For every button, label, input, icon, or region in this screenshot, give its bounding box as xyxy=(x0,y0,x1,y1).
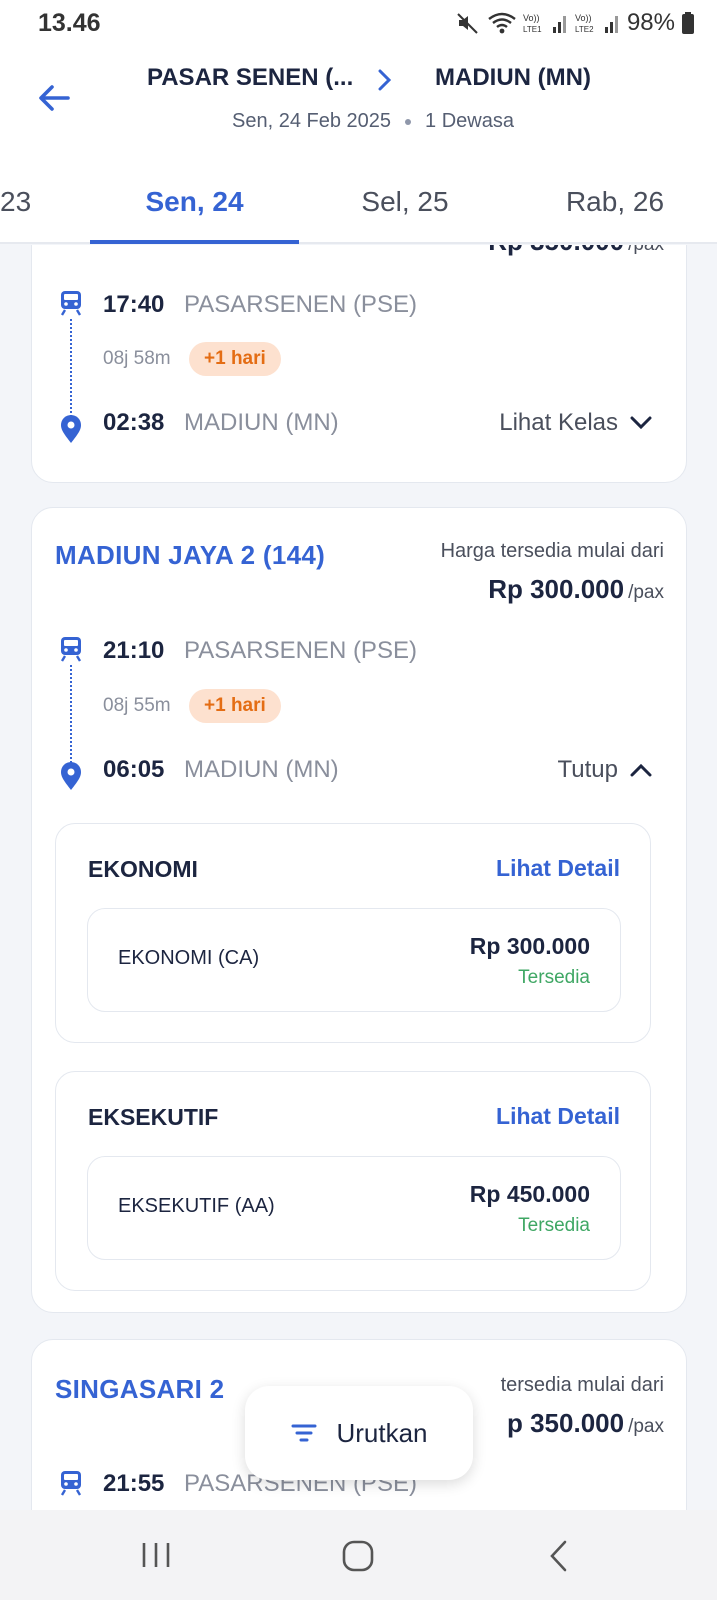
view-classes-toggle[interactable]: Lihat Kelas xyxy=(499,409,652,437)
arrival-time: 02:38 xyxy=(103,409,165,436)
back-arrow-icon[interactable] xyxy=(34,78,74,118)
recent-apps-icon[interactable] xyxy=(140,1540,172,1570)
subclass-row[interactable]: EKONOMI (CA) Rp 300.000 Tersedia xyxy=(87,908,621,1012)
departure-station: PASARSENEN (PSE) xyxy=(184,291,417,318)
train-card[interactable]: MADIUN JAYA 2 (144) Harga tersedia mulai… xyxy=(31,507,687,1313)
trip-header: PASAR SENEN (... MADIUN (MN) Sen, 24 Feb… xyxy=(0,48,717,160)
arrival-station: MADIUN (MN) xyxy=(184,409,339,436)
train-name: SINGASARI 2 xyxy=(55,1374,225,1404)
sort-button[interactable]: Urutkan xyxy=(245,1386,473,1480)
availability-status: Tersedia xyxy=(518,1215,590,1236)
train-name: MADIUN JAYA 2 (144) xyxy=(55,540,326,570)
class-option-eksekutif: EKSEKUTIF Lihat Detail EKSEKUTIF (AA) Rp… xyxy=(55,1071,651,1291)
train-results-list[interactable]: Rp 350.000/pax 17:40 PASARSENEN (PSE) 08… xyxy=(0,245,717,1510)
signal-lte2-icon: Vo)) LTE2 xyxy=(575,13,618,34)
sort-filter-icon xyxy=(291,1424,317,1442)
svg-text:Vo)): Vo)) xyxy=(523,13,540,23)
active-tab-indicator xyxy=(90,240,299,244)
availability-status: Tersedia xyxy=(518,967,590,988)
chevron-down-icon xyxy=(630,416,652,430)
svg-text:LTE2: LTE2 xyxy=(575,25,594,34)
trip-subtitle: Sen, 24 Feb 2025 1 Dewasa xyxy=(232,110,514,133)
departure-station: PASARSENEN (PSE) xyxy=(184,637,417,664)
status-time: 13.46 xyxy=(38,9,101,37)
class-name: EKONOMI xyxy=(88,856,198,882)
train-price: Rp 300.000/pax xyxy=(488,574,664,604)
signal-lte1-icon: Vo)) LTE1 xyxy=(523,13,566,34)
route-line xyxy=(70,319,72,421)
location-pin-icon xyxy=(61,762,81,790)
train-price: Rp 350.000/pax xyxy=(488,245,664,257)
svg-text:Vo)): Vo)) xyxy=(575,13,592,23)
next-day-badge: +1 hari xyxy=(189,689,281,723)
trip-duration: 08j 55m xyxy=(103,695,171,716)
price-label: Harga tersedia mulai dari xyxy=(440,540,664,562)
next-day-badge: +1 hari xyxy=(189,342,281,376)
system-nav-bar xyxy=(0,1510,717,1600)
subclass-name: EKONOMI (CA) xyxy=(118,947,260,969)
route-line xyxy=(70,665,72,767)
chevron-up-icon xyxy=(630,763,652,777)
close-classes-toggle[interactable]: Tutup xyxy=(558,756,652,784)
departure-time: 17:40 xyxy=(103,291,165,318)
class-option-ekonomi: EKONOMI Lihat Detail EKONOMI (CA) Rp 300… xyxy=(55,823,651,1043)
separator-dot xyxy=(405,118,412,125)
back-icon[interactable] xyxy=(548,1540,570,1572)
route-title: PASAR SENEN (... MADIUN (MN) xyxy=(147,64,617,100)
battery-level: 98% xyxy=(626,9,675,36)
home-icon[interactable] xyxy=(342,1540,374,1572)
status-icons: Vo)) LTE1 Vo)) LTE2 98% xyxy=(455,9,695,37)
date-tab-sel-25[interactable]: Sel, 25 xyxy=(300,186,510,218)
chevron-right-icon xyxy=(378,69,392,91)
class-name: EKSEKUTIF xyxy=(88,1104,219,1130)
train-icon xyxy=(60,291,82,316)
date-tab-sen-24[interactable]: Sen, 24 xyxy=(90,186,299,218)
wifi-icon xyxy=(488,12,516,34)
view-detail-link[interactable]: Lihat Detail xyxy=(496,1103,620,1130)
toggle-label: Lihat Kelas xyxy=(499,409,618,436)
subclass-name: EKSEKUTIF (AA) xyxy=(118,1195,275,1217)
date-tab-rab-26[interactable]: Rab, 26 xyxy=(510,186,717,218)
origin-station: PASAR SENEN (... xyxy=(147,64,354,91)
subclass-row[interactable]: EKSEKUTIF (AA) Rp 450.000 Tersedia xyxy=(87,1156,621,1260)
departure-time: 21:10 xyxy=(103,637,165,664)
trip-duration: 08j 58m xyxy=(103,348,171,369)
mute-icon xyxy=(457,13,478,34)
battery-icon xyxy=(682,12,694,34)
toggle-label: Tutup xyxy=(557,756,618,783)
arrival-time: 06:05 xyxy=(103,756,165,783)
date-tab-23[interactable]: 23 xyxy=(0,186,40,218)
svg-text:LTE1: LTE1 xyxy=(523,25,542,34)
date-tabs: 23 Sen, 24 Sel, 25 Rab, 26 xyxy=(0,160,717,244)
view-detail-link[interactable]: Lihat Detail xyxy=(496,855,620,882)
location-pin-icon xyxy=(61,415,81,443)
train-price: p 350.000/pax xyxy=(506,1408,664,1438)
destination-station: MADIUN (MN) xyxy=(435,64,591,91)
subclass-price: Rp 300.000 xyxy=(469,933,590,959)
train-card[interactable]: Rp 350.000/pax 17:40 PASARSENEN (PSE) 08… xyxy=(31,245,687,483)
train-icon xyxy=(60,637,82,662)
trip-date: Sen, 24 Feb 2025 xyxy=(232,110,392,132)
arrival-station: MADIUN (MN) xyxy=(184,756,339,783)
sort-button-label: Urutkan xyxy=(336,1417,428,1448)
train-icon xyxy=(60,1471,82,1496)
subclass-price: Rp 450.000 xyxy=(469,1181,590,1207)
price-label: tersedia mulai dari xyxy=(500,1374,664,1396)
status-bar: 13.46 Vo)) LTE1 Vo)) LTE2 98% xyxy=(0,0,717,48)
departure-time: 21:55 xyxy=(103,1470,165,1497)
passenger-count: 1 Dewasa xyxy=(425,110,514,132)
